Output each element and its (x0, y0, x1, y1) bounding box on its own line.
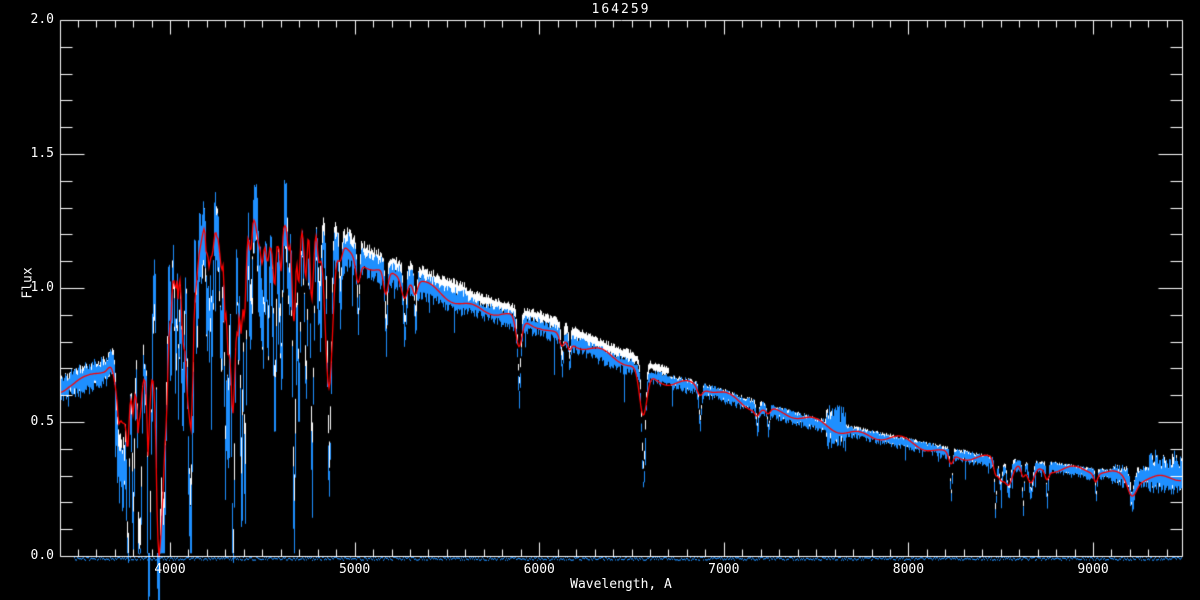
x-tick-label: 8000 (892, 562, 925, 577)
spectrum-figure: 164259 Flux Wavelength, A 4000 5000 6000 70… (0, 0, 1200, 600)
y-tick-label: 2.0 (30, 12, 54, 27)
x-tick-label: 6000 (523, 562, 555, 577)
x-tick-label: 9000 (1077, 562, 1109, 577)
y-tick-label: 1.5 (30, 146, 54, 161)
y-tick-label: 1.0 (30, 280, 54, 295)
x-tick-label: 7000 (708, 562, 740, 577)
y-tick-label: 0.5 (30, 414, 54, 429)
y-tick-label: 0.0 (30, 548, 54, 563)
x-tick-label: 4000 (154, 562, 186, 577)
plot-title: 164259 (591, 2, 651, 17)
x-tick-label: 5000 (338, 562, 371, 577)
spectrum-plot-canvas (0, 0, 1200, 600)
x-axis-label: Wavelength, A (570, 577, 672, 592)
